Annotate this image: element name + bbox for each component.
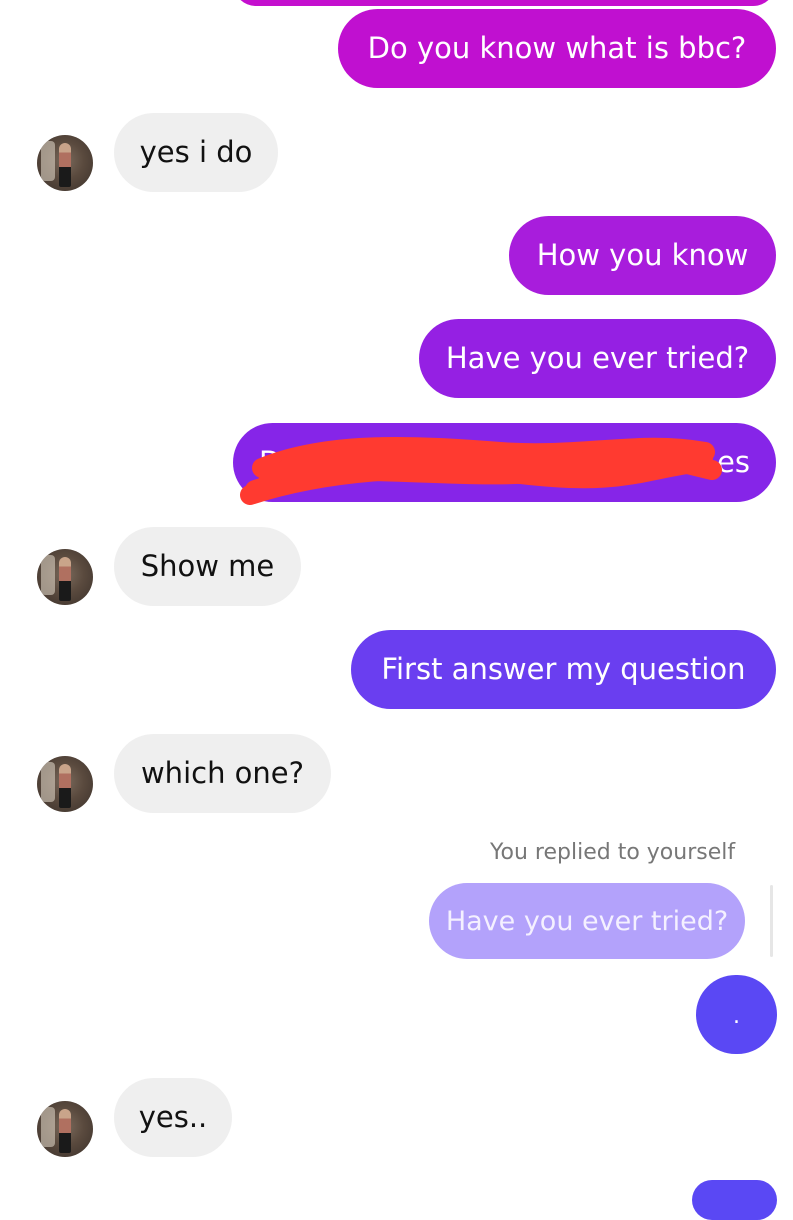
reply-indicator-line	[770, 885, 773, 957]
incoming-message[interactable]: which one?	[114, 734, 331, 813]
avatar-photo-bg	[41, 1107, 55, 1147]
outgoing-message[interactable]: First answer my question	[351, 630, 776, 709]
reply-note: You replied to yourself	[490, 840, 736, 865]
message-text: which one?	[140, 756, 305, 790]
avatar-photo-figure	[59, 557, 71, 601]
message-text: Show me	[140, 549, 275, 583]
outgoing-message-cutoff[interactable]	[692, 1180, 777, 1220]
contact-avatar[interactable]	[37, 549, 93, 605]
redaction-scribble	[240, 436, 722, 505]
message-text: yes..	[138, 1100, 208, 1134]
outgoing-message-dot[interactable]: .	[696, 975, 777, 1054]
quoted-text: Have you ever tried?	[445, 905, 729, 937]
contact-avatar[interactable]	[37, 1101, 93, 1157]
avatar-photo-figure	[59, 1109, 71, 1153]
message-text: First answer my question	[381, 652, 746, 686]
avatar-photo-figure	[59, 764, 71, 808]
avatar-photo-bg	[41, 555, 55, 595]
incoming-message[interactable]: Show me	[114, 527, 301, 606]
message-text: .	[733, 1004, 740, 1029]
incoming-message[interactable]: yes..	[114, 1078, 232, 1157]
avatar-photo-bg	[41, 762, 55, 802]
quoted-message[interactable]: Have you ever tried?	[429, 883, 745, 959]
contact-avatar[interactable]	[37, 756, 93, 812]
